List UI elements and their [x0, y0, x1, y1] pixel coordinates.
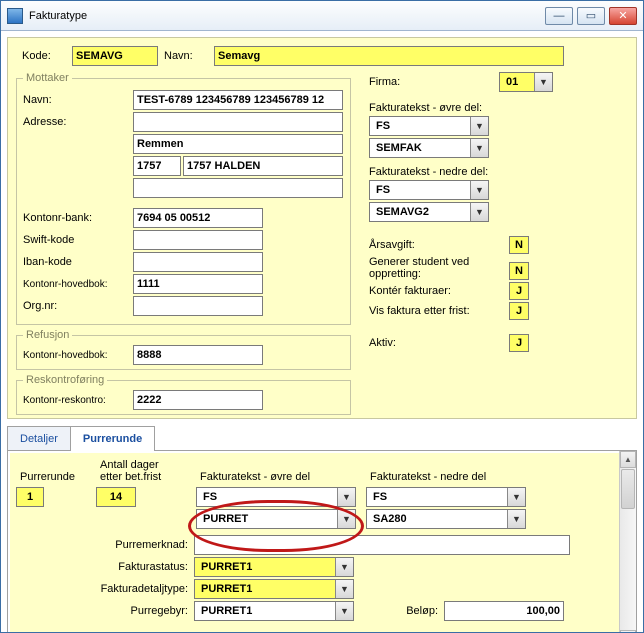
refusjon-group: Refusjon Kontonr-hovedbok:: [16, 329, 351, 370]
tab-detaljer[interactable]: Detaljer: [7, 426, 71, 451]
firma-label: Firma:: [369, 76, 499, 88]
firma-select[interactable]: 01▼: [499, 72, 553, 92]
chevron-down-icon: ▼: [337, 488, 355, 506]
minimize-button[interactable]: —: [545, 7, 573, 25]
belop-label: Beløp:: [354, 605, 444, 617]
belop-input[interactable]: [444, 601, 564, 621]
chevron-down-icon: ▼: [337, 510, 355, 528]
visfrist-label: Vis faktura etter frist:: [369, 305, 509, 317]
nedre1-select[interactable]: FS▼: [366, 487, 526, 507]
client-area: Kode: Navn: Mottaker Navn: Adresse:: [1, 31, 643, 632]
orgnr-label: Org.nr:: [23, 300, 133, 312]
maximize-button[interactable]: ▭: [577, 7, 605, 25]
detaljtype-label: Fakturadetaljtype:: [16, 583, 194, 595]
chevron-down-icon: ▼: [335, 580, 353, 598]
arsavgift-flag[interactable]: N: [509, 236, 529, 254]
refusjon-legend: Refusjon: [23, 329, 72, 341]
grid-row: PURRET▼ SA280▼: [16, 509, 628, 529]
mottaker-legend: Mottaker: [23, 72, 72, 84]
kontonr-hovedbok-label: Kontonr-hovedbok:: [23, 279, 133, 290]
visfrist-flag[interactable]: J: [509, 302, 529, 320]
scroll-thumb[interactable]: [621, 469, 635, 509]
gebyr-label: Purregebyr:: [16, 605, 194, 617]
generer-label: Generer student ved oppretting:: [369, 256, 509, 280]
poststed-input[interactable]: [183, 156, 343, 176]
chevron-down-icon: ▼: [470, 139, 488, 157]
refusjon-hb-label: Kontonr-hovedbok:: [23, 350, 133, 361]
mottaker-group: Mottaker Navn: Adresse:: [16, 72, 351, 325]
kontonr-hovedbok-input[interactable]: [133, 274, 263, 294]
adresse-line1-input[interactable]: [133, 112, 343, 132]
chevron-down-icon: ▼: [470, 117, 488, 135]
merknad-input[interactable]: [194, 535, 570, 555]
refusjon-hb-input[interactable]: [133, 345, 263, 365]
tab-purrerunde[interactable]: Purrerunde: [70, 426, 155, 451]
kontonr-bank-label: Kontonr-bank:: [23, 212, 133, 224]
arsavgift-label: Årsavgift:: [369, 239, 509, 251]
status-select[interactable]: PURRET1▼: [194, 557, 354, 577]
iban-label: Iban-kode: [23, 256, 133, 268]
app-icon: [7, 8, 23, 24]
window-title: Fakturatype: [29, 10, 545, 22]
ovre2-select[interactable]: PURRET▼: [196, 509, 356, 529]
dager-input[interactable]: [96, 487, 136, 507]
tab-panel: Purrerunde Antall dageretter bet.frist F…: [7, 450, 637, 632]
kontonr-bank-input[interactable]: [133, 208, 263, 228]
status-label: Fakturastatus:: [16, 561, 194, 573]
app-window: Fakturatype — ▭ ✕ Kode: Navn: Mottaker N…: [0, 0, 644, 633]
kode-label: Kode:: [22, 50, 72, 62]
titlebar: Fakturatype — ▭ ✕: [1, 1, 643, 31]
kode-input[interactable]: [72, 46, 158, 66]
merknad-label: Purremerknad:: [16, 539, 194, 551]
ft-ovre1-select[interactable]: FS▼: [369, 116, 489, 136]
scrollbar[interactable]: ▲ ▼: [619, 451, 636, 632]
detaljtype-select[interactable]: PURRET1▼: [194, 579, 354, 599]
adresse-label: Adresse:: [23, 116, 133, 128]
navn-label: Navn:: [164, 50, 214, 62]
mottaker-navn-label: Navn:: [23, 94, 133, 106]
grid-header: Purrerunde Antall dageretter bet.frist F…: [16, 457, 628, 485]
swift-input[interactable]: [133, 230, 263, 250]
ft-nedre2-select[interactable]: SEMAVG2▼: [369, 202, 489, 222]
ft-nedre-label: Fakturatekst - nedre del:: [369, 166, 628, 178]
chevron-down-icon: ▼: [507, 488, 525, 506]
ft-nedre1-select[interactable]: FS▼: [369, 180, 489, 200]
reskontro-label: Kontonr-reskontro:: [23, 395, 133, 406]
postnr-input[interactable]: [133, 156, 181, 176]
adresse-line2-input[interactable]: [133, 134, 343, 154]
scroll-down-icon[interactable]: ▼: [620, 630, 636, 632]
aktiv-label: Aktiv:: [369, 337, 509, 349]
aktiv-flag[interactable]: J: [509, 334, 529, 352]
ft-ovre-label: Fakturatekst - øvre del:: [369, 102, 628, 114]
konter-flag[interactable]: J: [509, 282, 529, 300]
ft-ovre2-select[interactable]: SEMFAK▼: [369, 138, 489, 158]
chevron-down-icon: ▼: [470, 203, 488, 221]
orgnr-input[interactable]: [133, 296, 263, 316]
chevron-down-icon: ▼: [507, 510, 525, 528]
generer-flag[interactable]: N: [509, 262, 529, 280]
nedre2-select[interactable]: SA280▼: [366, 509, 526, 529]
tabstrip: Detaljer Purrerunde: [7, 425, 637, 450]
close-button[interactable]: ✕: [609, 7, 637, 25]
chevron-down-icon: ▼: [335, 558, 353, 576]
chevron-down-icon: ▼: [534, 73, 552, 91]
runde-input[interactable]: [16, 487, 44, 507]
mottaker-navn-input[interactable]: [133, 90, 343, 110]
iban-input[interactable]: [133, 252, 263, 272]
main-form: Kode: Navn: Mottaker Navn: Adresse:: [7, 37, 637, 419]
reskontro-legend: Reskontroføring: [23, 374, 107, 386]
scroll-up-icon[interactable]: ▲: [620, 451, 636, 468]
swift-label: Swift-kode: [23, 234, 133, 246]
gebyr-select[interactable]: PURRET1▼: [194, 601, 354, 621]
adresse-line4-input[interactable]: [133, 178, 343, 198]
konter-label: Kontér fakturaer:: [369, 285, 509, 297]
reskontro-input[interactable]: [133, 390, 263, 410]
grid-row: FS▼ FS▼: [16, 487, 628, 507]
reskontro-group: Reskontroføring Kontonr-reskontro:: [16, 374, 351, 415]
ovre1-select[interactable]: FS▼: [196, 487, 356, 507]
chevron-down-icon: ▼: [470, 181, 488, 199]
navn-input[interactable]: [214, 46, 564, 66]
chevron-down-icon: ▼: [335, 602, 353, 620]
